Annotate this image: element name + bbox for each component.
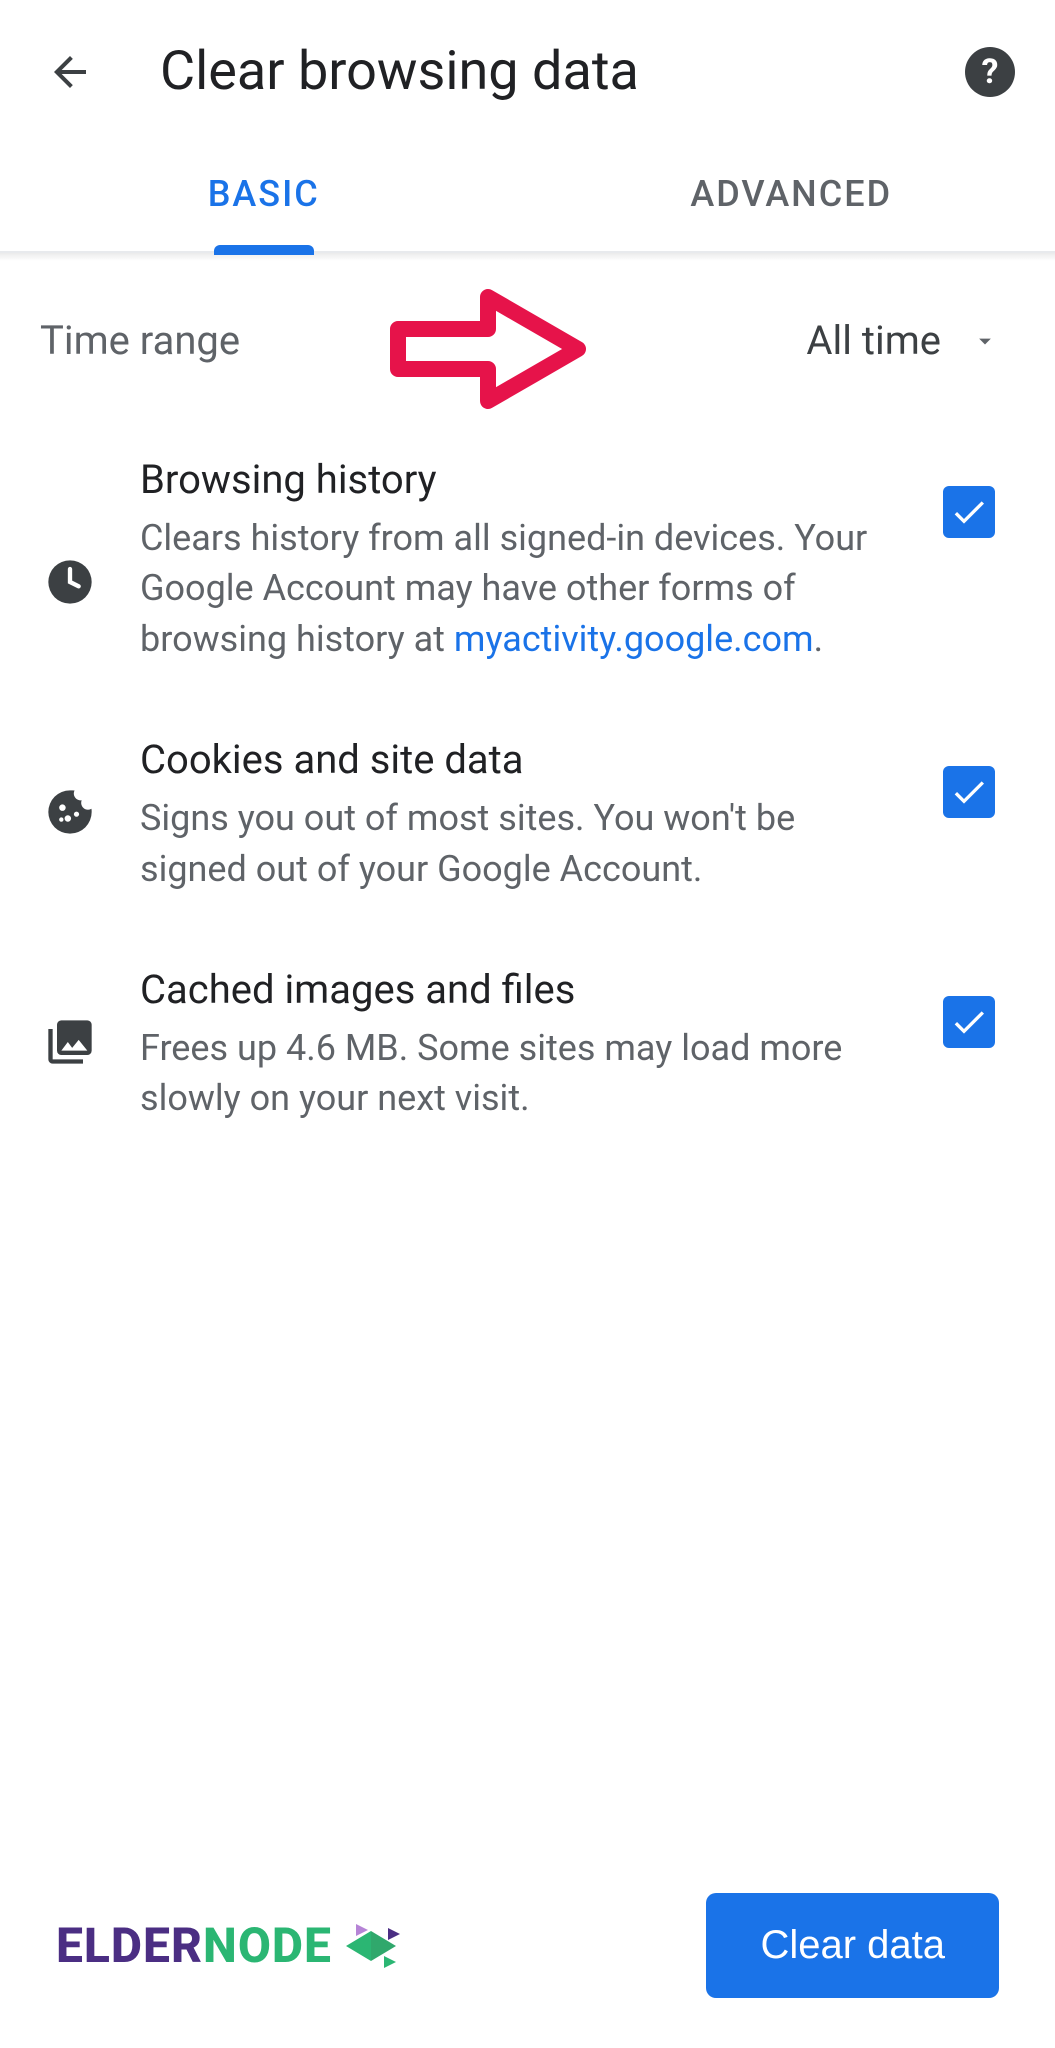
option-description: Frees up 4.6 MB. Some sites may load mor… xyxy=(140,1023,899,1124)
eldernode-logo: ELDERNODE xyxy=(56,1916,416,1976)
time-range-label: Time range xyxy=(40,317,240,364)
option-title: Browsing history xyxy=(140,456,899,503)
logo-decoration-icon xyxy=(326,1916,416,1976)
tab-basic-label: BASIC xyxy=(208,173,320,215)
footer: ELDERNODE Clear data xyxy=(0,1863,1055,2048)
cookie-icon xyxy=(40,786,100,838)
myactivity-link[interactable]: myactivity.google.com xyxy=(454,618,814,660)
option-text: Cookies and site data Signs you out of m… xyxy=(140,736,899,894)
time-range-value: All time xyxy=(806,317,941,364)
chevron-down-icon xyxy=(971,327,999,355)
header: Clear browsing data ? xyxy=(0,0,1055,133)
checkbox-cache[interactable] xyxy=(943,996,995,1048)
image-icon xyxy=(40,1016,100,1068)
option-text: Browsing history Clears history from all… xyxy=(140,456,899,664)
tab-indicator xyxy=(214,245,314,255)
option-cookies[interactable]: Cookies and site data Signs you out of m… xyxy=(0,700,1055,930)
option-browsing-history[interactable]: Browsing history Clears history from all… xyxy=(0,420,1055,700)
clear-data-button[interactable]: Clear data xyxy=(706,1893,999,1998)
checkbox-browsing-history[interactable] xyxy=(943,486,995,538)
back-button[interactable] xyxy=(40,42,100,102)
option-title: Cookies and site data xyxy=(140,736,899,783)
clock-icon xyxy=(40,556,100,608)
checkbox-cookies[interactable] xyxy=(943,766,995,818)
help-icon: ? xyxy=(982,52,999,92)
option-description: Signs you out of most sites. You won't b… xyxy=(140,793,899,894)
option-text: Cached images and files Frees up 4.6 MB.… xyxy=(140,966,899,1124)
page-title: Clear browsing data xyxy=(160,40,965,103)
tab-advanced[interactable]: ADVANCED xyxy=(528,133,1055,251)
help-button[interactable]: ? xyxy=(965,47,1015,97)
option-cache[interactable]: Cached images and files Frees up 4.6 MB.… xyxy=(0,930,1055,1160)
arrow-left-icon xyxy=(46,48,94,96)
time-range-row: Time range All time xyxy=(0,261,1055,420)
check-icon xyxy=(949,1002,989,1042)
check-icon xyxy=(949,772,989,812)
option-description: Clears history from all signed-in device… xyxy=(140,513,899,664)
tab-advanced-label: ADVANCED xyxy=(690,173,892,215)
tab-basic[interactable]: BASIC xyxy=(0,133,528,251)
tab-shadow xyxy=(0,253,1055,261)
time-range-dropdown[interactable]: All time xyxy=(806,317,999,364)
tabs: BASIC ADVANCED xyxy=(0,133,1055,253)
option-title: Cached images and files xyxy=(140,966,899,1013)
check-icon xyxy=(949,492,989,532)
